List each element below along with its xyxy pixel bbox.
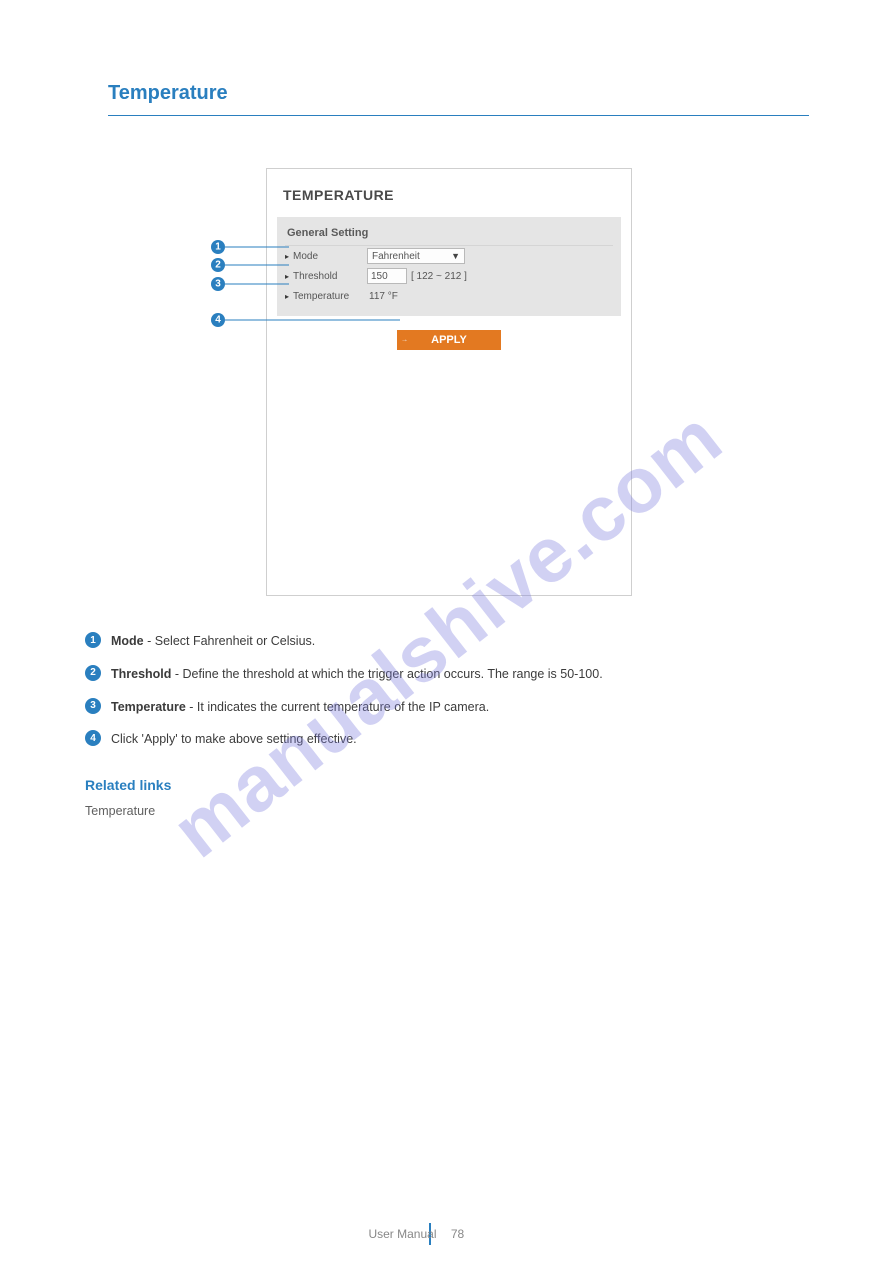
- mode-label: Mode: [293, 251, 367, 262]
- explain-bullet-3: 3: [85, 698, 101, 714]
- explain-bullet-4: 4: [85, 730, 101, 746]
- explain-item-4: 4 Click 'Apply' to make above setting ef…: [85, 730, 805, 749]
- explain-item-3: 3 Temperature - It indicates the current…: [85, 698, 805, 717]
- callout-pointer-icon: ▸: [285, 272, 293, 281]
- explain-desc-2: - Define the threshold at which the trig…: [171, 667, 602, 681]
- page-footer: User Manual 78: [0, 1223, 893, 1263]
- related-link-temperature[interactable]: Temperature: [85, 802, 805, 821]
- callout-pointer-icon: ▸: [285, 252, 293, 261]
- footer-page-number: 78: [451, 1227, 464, 1241]
- temperature-label: Temperature: [293, 291, 367, 302]
- threshold-value: 150: [371, 271, 388, 282]
- threshold-input[interactable]: 150: [367, 268, 407, 284]
- chevron-down-icon: ▼: [451, 251, 460, 261]
- explain-item-1: 1 Mode - Select Fahrenheit or Celsius.: [85, 632, 805, 651]
- mode-select-value: Fahrenheit: [372, 251, 420, 262]
- mode-select[interactable]: Fahrenheit ▼: [367, 248, 465, 264]
- related-links-heading: Related links: [85, 775, 805, 796]
- explanation-list: 1 Mode - Select Fahrenheit or Celsius. 2…: [85, 632, 805, 821]
- explain-desc-1: - Select Fahrenheit or Celsius.: [144, 634, 316, 648]
- callout-bullet-3: 3: [215, 279, 221, 290]
- explain-bullet-2: 2: [85, 665, 101, 681]
- card-heading: General Setting: [285, 223, 613, 246]
- explain-desc-4: Click 'Apply' to make above setting effe…: [111, 732, 357, 746]
- panel-title: TEMPERATURE: [283, 187, 621, 203]
- explain-term-2: Threshold: [111, 667, 171, 681]
- apply-button-label: APPLY: [431, 334, 467, 346]
- footer-doc-title: User Manual: [368, 1227, 436, 1241]
- mode-row: ▸ Mode Fahrenheit ▼: [285, 246, 613, 266]
- callout-bullet-2: 2: [215, 260, 221, 271]
- explain-term-1: Mode: [111, 634, 144, 648]
- temperature-value: 117 °F: [369, 291, 398, 302]
- explain-bullet-1: 1: [85, 632, 101, 648]
- explain-item-2: 2 Threshold - Define the threshold at wh…: [85, 665, 805, 684]
- callout-bullet-1: 1: [215, 242, 221, 253]
- arrow-right-icon: →: [401, 337, 408, 344]
- threshold-label: Threshold: [293, 271, 367, 282]
- explain-term-3: Temperature: [111, 700, 186, 714]
- threshold-range-hint: [ 122 ~ 212 ]: [411, 271, 467, 282]
- callout-pointer-icon: ▸: [285, 292, 293, 301]
- explain-desc-3: - It indicates the current temperature o…: [186, 700, 489, 714]
- callout-bullet-4: 4: [215, 315, 221, 326]
- apply-button[interactable]: → APPLY: [397, 330, 501, 350]
- threshold-row: ▸ Threshold 150 [ 122 ~ 212 ]: [285, 266, 613, 286]
- settings-screenshot: TEMPERATURE General Setting ▸ Mode Fahre…: [266, 168, 632, 596]
- general-setting-card: General Setting ▸ Mode Fahrenheit ▼ ▸: [277, 217, 621, 316]
- temperature-row: ▸ Temperature 117 °F: [285, 286, 613, 306]
- page-title: Temperature: [108, 82, 809, 116]
